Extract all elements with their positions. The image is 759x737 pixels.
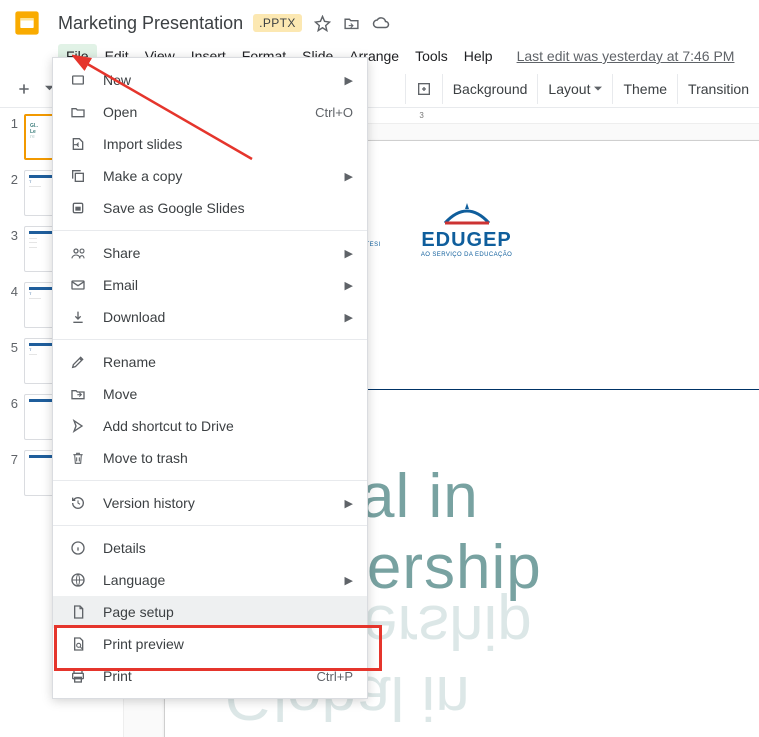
history-icon: [67, 495, 89, 511]
file-menu-make-a-copy[interactable]: Make a copy▶: [53, 160, 367, 192]
file-menu-details[interactable]: Details: [53, 532, 367, 564]
file-menu-language[interactable]: Language▶: [53, 564, 367, 596]
submenu-chevron-icon: ▶: [345, 74, 353, 87]
file-menu-version-history[interactable]: Version history▶: [53, 487, 367, 519]
menu-item-label: Print preview: [103, 636, 353, 652]
menu-item-label: Version history: [103, 495, 345, 511]
menu-item-label: Details: [103, 540, 353, 556]
submenu-chevron-icon: ▶: [345, 574, 353, 587]
menu-item-label: Make a copy: [103, 168, 345, 184]
menu-item-label: Open: [103, 104, 315, 120]
file-menu-move[interactable]: Move: [53, 378, 367, 410]
last-edit-info[interactable]: Last edit was yesterday at 7:46 PM: [517, 48, 735, 64]
email-icon: [67, 277, 89, 293]
toolbar-right: Background Layout Theme Transition: [405, 70, 759, 108]
menu-item-label: Rename: [103, 354, 353, 370]
file-type-badge: .PPTX: [253, 14, 302, 32]
trash-icon: [67, 450, 89, 466]
star-icon[interactable]: [314, 15, 331, 32]
file-menu-print-preview[interactable]: Print preview: [53, 628, 367, 660]
menu-divider: [53, 525, 367, 526]
menu-tools[interactable]: Tools: [407, 44, 456, 68]
submenu-chevron-icon: ▶: [345, 170, 353, 183]
edugep-logo-subtitle: Ao Serviço da Educação: [421, 252, 512, 258]
print-icon: [67, 668, 89, 684]
submenu-chevron-icon: ▶: [345, 311, 353, 324]
app-logo-icon[interactable]: [8, 4, 46, 42]
new-icon: [67, 72, 89, 88]
menu-divider: [53, 230, 367, 231]
shortcut-icon: [67, 418, 89, 434]
cloud-status-icon[interactable]: [372, 14, 390, 32]
rename-icon: [67, 354, 89, 370]
new-slide-button[interactable]: [8, 74, 40, 104]
menu-item-label: Move: [103, 386, 353, 402]
file-menu-page-setup[interactable]: Page setup: [53, 596, 367, 628]
menu-item-label: Share: [103, 245, 345, 261]
save-icon: [67, 200, 89, 216]
menu-divider: [53, 480, 367, 481]
page-icon: [67, 604, 89, 620]
menu-help[interactable]: Help: [456, 44, 501, 68]
language-icon: [67, 572, 89, 588]
theme-button[interactable]: Theme: [612, 74, 677, 104]
file-menu-rename[interactable]: Rename: [53, 346, 367, 378]
document-title[interactable]: Marketing Presentation: [52, 11, 249, 36]
menu-item-label: New: [103, 72, 345, 88]
menu-item-label: Import slides: [103, 136, 353, 152]
submenu-chevron-icon: ▶: [345, 497, 353, 510]
layout-label: Layout: [548, 81, 590, 97]
download-icon: [67, 309, 89, 325]
menu-item-label: Download: [103, 309, 345, 325]
menu-item-label: Add shortcut to Drive: [103, 418, 353, 434]
info-icon: [67, 540, 89, 556]
menu-item-label: Language: [103, 572, 345, 588]
file-menu-download[interactable]: Download▶: [53, 301, 367, 333]
open-icon: [67, 104, 89, 120]
file-menu-new[interactable]: New▶: [53, 64, 367, 96]
file-menu-add-shortcut-to-drive[interactable]: Add shortcut to Drive: [53, 410, 367, 442]
file-menu-print[interactable]: PrintCtrl+P: [53, 660, 367, 692]
submenu-chevron-icon: ▶: [345, 279, 353, 292]
toolbar-add-box-icon[interactable]: [405, 74, 442, 104]
menu-item-label: Move to trash: [103, 450, 353, 466]
file-menu-email[interactable]: Email▶: [53, 269, 367, 301]
file-menu-dropdown: New▶OpenCtrl+OImport slidesMake a copy▶S…: [52, 57, 368, 699]
layout-button[interactable]: Layout: [537, 74, 612, 104]
submenu-chevron-icon: ▶: [345, 247, 353, 260]
file-menu-move-to-trash[interactable]: Move to trash: [53, 442, 367, 474]
move-to-folder-icon[interactable]: [343, 15, 360, 32]
menu-item-shortcut: Ctrl+O: [315, 105, 353, 120]
menu-item-label: Save as Google Slides: [103, 200, 353, 216]
menu-item-label: Print: [103, 668, 317, 684]
menu-item-label: Email: [103, 277, 345, 293]
copy-icon: [67, 168, 89, 184]
menu-divider: [53, 339, 367, 340]
share-icon: [67, 245, 89, 261]
file-menu-save-as-google-slides[interactable]: Save as Google Slides: [53, 192, 367, 224]
transition-button[interactable]: Transition: [677, 74, 759, 104]
move-icon: [67, 386, 89, 402]
logo-edugep: EDUGEP Ao Serviço da Educação: [421, 197, 512, 258]
file-menu-open[interactable]: OpenCtrl+O: [53, 96, 367, 128]
preview-icon: [67, 636, 89, 652]
file-menu-import-slides[interactable]: Import slides: [53, 128, 367, 160]
file-menu-share[interactable]: Share▶: [53, 237, 367, 269]
edugep-logo-text: EDUGEP: [421, 229, 511, 252]
background-button[interactable]: Background: [442, 74, 538, 104]
menu-item-label: Page setup: [103, 604, 353, 620]
import-icon: [67, 136, 89, 152]
menu-item-shortcut: Ctrl+P: [317, 669, 353, 684]
title-bar: Marketing Presentation .PPTX: [0, 0, 759, 42]
